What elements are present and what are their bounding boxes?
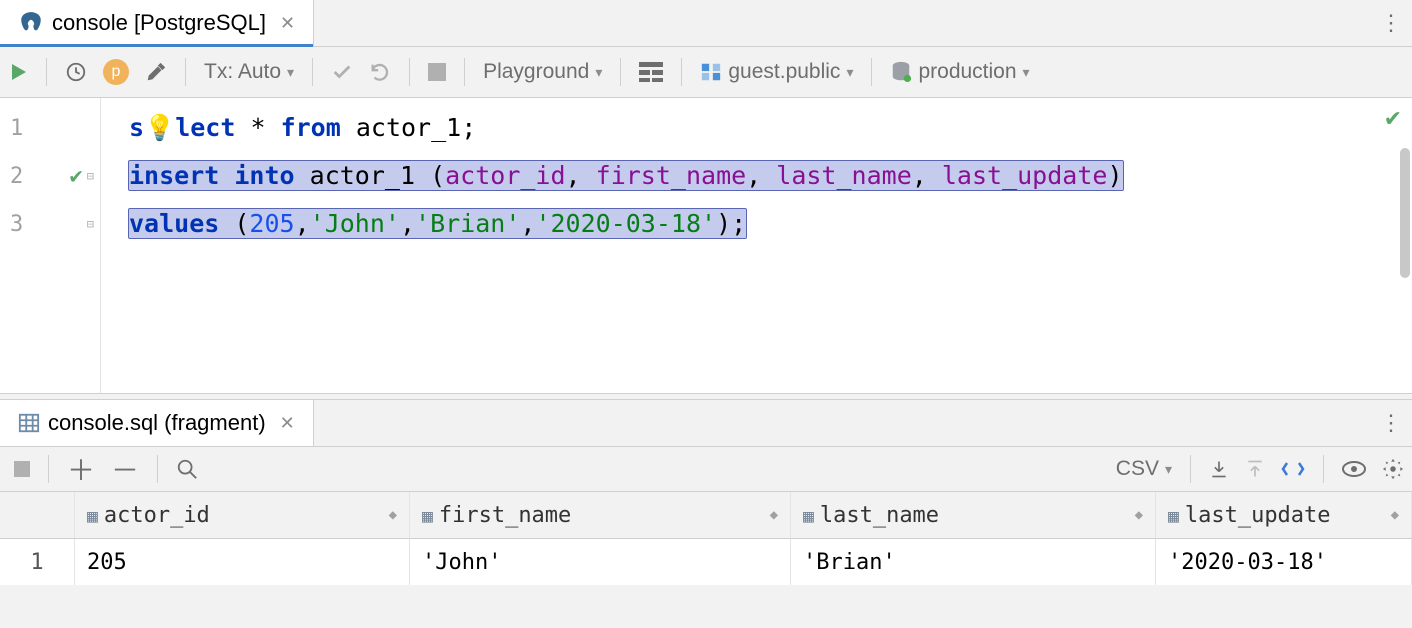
separator	[157, 455, 158, 483]
splitter[interactable]	[0, 393, 1412, 400]
column-icon: ▦	[422, 506, 433, 527]
rollback-button[interactable]	[361, 61, 399, 83]
column-icon: ▦	[1168, 506, 1179, 527]
column-header-last-update[interactable]: ▦last_update ◆	[1156, 492, 1412, 538]
row-number: 1	[0, 539, 75, 585]
editor-tab-label: console [PostgreSQL]	[52, 10, 266, 36]
separator	[409, 58, 410, 86]
code-area[interactable]: s💡lect * from actor_1; insert into actor…	[101, 98, 1412, 393]
column-header-first-name[interactable]: ▦first_name ◆	[410, 492, 791, 538]
table-header-row: ▦actor_id ◆ ▦first_name ◆ ▦last_name ◆ ▦…	[0, 492, 1412, 539]
add-row-button[interactable]: ＋	[59, 449, 103, 489]
sql-editor[interactable]: 1 2 ✔ ⊟ 3 ⊟ s💡lect * from actor_1; insert…	[0, 98, 1412, 393]
cell-first-name[interactable]: 'John'	[410, 539, 791, 585]
commit-button[interactable]	[323, 61, 361, 83]
separator	[48, 455, 49, 483]
editor-toolbar: p Tx: Auto ▾ Playground ▾ guest.public ▾	[0, 47, 1412, 98]
line-number: 2	[10, 164, 23, 189]
column-icon: ▦	[803, 506, 814, 527]
export-format-dropdown[interactable]: CSV ▾	[1108, 457, 1180, 481]
line-number: 3	[10, 212, 23, 237]
editor-tab-console[interactable]: console [PostgreSQL] ✕	[0, 0, 314, 46]
result-tab-bar: console.sql (fragment) ✕ ⋮	[0, 400, 1412, 447]
column-header-actor-id[interactable]: ▦actor_id ◆	[75, 492, 410, 538]
column-icon: ▦	[87, 506, 98, 527]
sort-icon[interactable]: ◆	[1391, 507, 1399, 523]
tx-mode-dropdown[interactable]: Tx: Auto ▾	[196, 60, 302, 84]
table-icon	[18, 412, 40, 434]
run-button[interactable]	[0, 62, 36, 82]
output-layout-button[interactable]	[631, 62, 671, 82]
separator	[46, 58, 47, 86]
separator	[871, 58, 872, 86]
gutter: 1 2 ✔ ⊟ 3 ⊟	[0, 98, 101, 393]
playground-label: Playground	[483, 60, 589, 84]
history-button[interactable]	[57, 61, 95, 83]
pin-button[interactable]: p	[95, 59, 137, 85]
fold-icon[interactable]: ⊟	[87, 169, 94, 183]
stop-button[interactable]	[6, 461, 38, 477]
database-icon	[890, 61, 912, 83]
chevron-down-icon: ▾	[287, 64, 294, 81]
chevron-down-icon: ▾	[595, 64, 602, 81]
stop-button[interactable]	[420, 63, 454, 81]
view-button[interactable]	[1334, 459, 1374, 479]
schema-dropdown[interactable]: guest.public ▾	[692, 60, 861, 84]
fold-icon[interactable]: ⊟	[87, 217, 94, 231]
datasource-dropdown[interactable]: production ▾	[882, 60, 1037, 84]
chevron-down-icon: ▾	[1023, 64, 1030, 81]
export-format-label: CSV	[1116, 457, 1159, 481]
close-icon[interactable]: ✕	[280, 413, 295, 434]
separator	[1190, 455, 1191, 483]
inspection-ok-icon[interactable]: ✔	[1384, 106, 1402, 132]
search-button[interactable]	[168, 458, 206, 480]
editor-tab-bar: console [PostgreSQL] ✕ ⋮	[0, 0, 1412, 47]
compare-button[interactable]	[1273, 459, 1313, 479]
row-number-header[interactable]	[0, 492, 75, 538]
separator	[1323, 455, 1324, 483]
scrollbar[interactable]	[1400, 148, 1410, 278]
schema-icon	[700, 61, 722, 83]
more-icon[interactable]: ⋮	[1380, 10, 1402, 36]
chevron-down-icon: ▾	[846, 64, 853, 81]
upload-button[interactable]	[1237, 459, 1273, 479]
cell-last-name[interactable]: 'Brian'	[791, 539, 1156, 585]
schema-label: guest.public	[728, 60, 840, 84]
sort-icon[interactable]: ◆	[770, 507, 778, 523]
separator	[681, 58, 682, 86]
result-toolbar: ＋ － CSV ▾	[0, 447, 1412, 492]
result-table: ▦actor_id ◆ ▦first_name ◆ ▦last_name ◆ ▦…	[0, 492, 1412, 585]
separator	[185, 58, 186, 86]
line-number: 1	[10, 116, 23, 141]
cell-actor-id[interactable]: 205	[75, 539, 410, 585]
chevron-down-icon: ▾	[1165, 461, 1172, 478]
tx-mode-label: Tx: Auto	[204, 60, 281, 84]
column-header-last-name[interactable]: ▦last_name ◆	[791, 492, 1156, 538]
result-tab[interactable]: console.sql (fragment) ✕	[0, 400, 314, 446]
playground-dropdown[interactable]: Playground ▾	[475, 60, 610, 84]
datasource-label: production	[918, 60, 1016, 84]
separator	[620, 58, 621, 86]
settings-button[interactable]	[137, 61, 175, 83]
cell-last-update[interactable]: '2020-03-18'	[1156, 539, 1412, 585]
settings-button[interactable]	[1374, 458, 1412, 480]
separator	[312, 58, 313, 86]
postgresql-icon	[18, 10, 44, 36]
intention-bulb-icon[interactable]: 💡	[144, 113, 175, 142]
sort-icon[interactable]: ◆	[1135, 507, 1143, 523]
table-row[interactable]: 1 205 'John' 'Brian' '2020-03-18'	[0, 539, 1412, 585]
download-button[interactable]	[1201, 459, 1237, 479]
sort-icon[interactable]: ◆	[389, 507, 397, 523]
more-icon[interactable]: ⋮	[1380, 410, 1402, 436]
remove-row-button[interactable]: －	[103, 449, 147, 489]
close-icon[interactable]: ✕	[280, 13, 295, 34]
check-icon: ✔	[70, 164, 83, 189]
result-tab-label: console.sql (fragment)	[48, 410, 266, 436]
letter-p-icon: p	[103, 59, 129, 85]
separator	[464, 58, 465, 86]
